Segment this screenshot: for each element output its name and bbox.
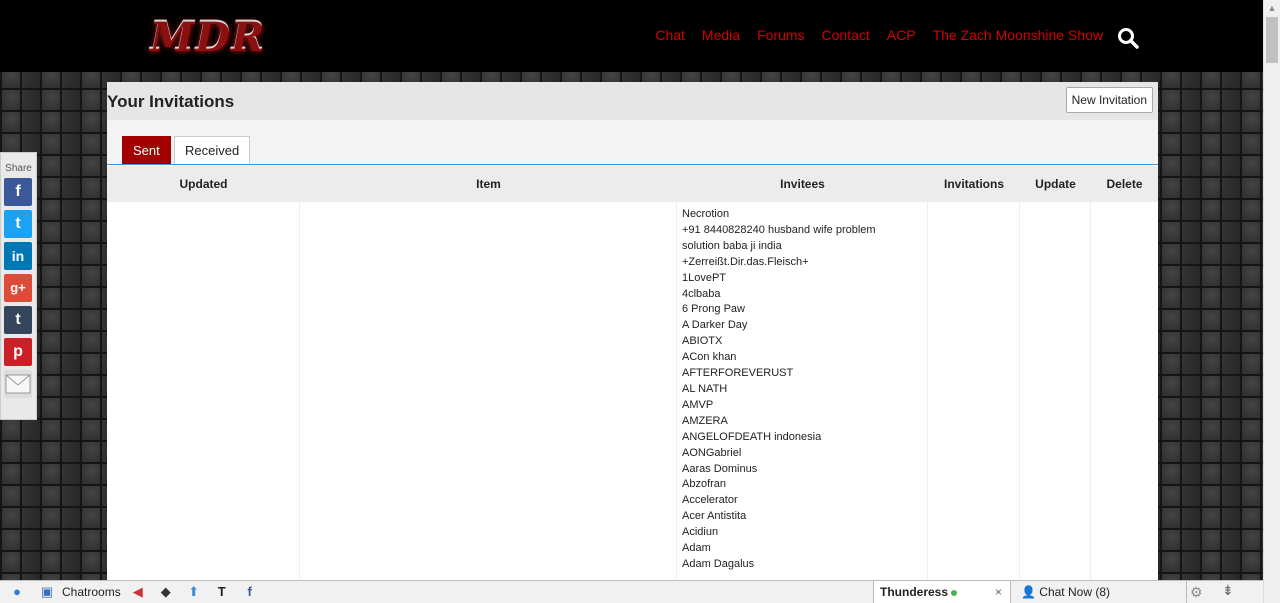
tumblr-share-icon[interactable]: t [4, 306, 32, 334]
list-item: 6 Prong Paw [682, 303, 745, 316]
collapse-icon[interactable]: ⇟ [1222, 582, 1234, 599]
invitee-list: Necrotion +91 8440828240 husband wife pro… [677, 202, 927, 573]
table-header: Updated Item Invitees Invitations Update… [107, 165, 1158, 202]
pinterest-share-icon[interactable]: p [4, 338, 32, 366]
cell-invitees: Necrotion +91 8440828240 husband wife pro… [677, 202, 928, 582]
upload-arrow-icon[interactable]: ⬆ [183, 584, 205, 600]
list-item: Acidiun [682, 526, 719, 539]
linkedin-share-icon[interactable]: in [4, 242, 32, 270]
page-scrollbar[interactable]: ▲ [1263, 0, 1280, 603]
nav-link-forums[interactable]: Forums [757, 27, 804, 43]
list-item: Aaras Dominus [682, 462, 758, 475]
users-icon: 👤 [1021, 585, 1036, 599]
panel-header: Your Invitations New Invitation [107, 82, 1158, 120]
page-title: Your Invitations [107, 92, 235, 111]
facebook-share-icon[interactable]: f [4, 178, 32, 206]
top-navigation-bar: MDR Chat Media Forums Contact ACP The Za… [0, 0, 1263, 72]
list-item: ACon khan [682, 351, 737, 364]
list-item: AMVP [682, 398, 714, 411]
chat-user-name: Thunderess [880, 585, 949, 599]
tab-received[interactable]: Received [174, 136, 251, 164]
close-icon[interactable]: × [995, 581, 1002, 603]
list-item: AONGabriel [682, 446, 742, 459]
search-icon[interactable] [1117, 27, 1139, 49]
list-item: 4clbaba [682, 287, 721, 300]
google-plus-share-icon[interactable]: g+ [4, 274, 32, 302]
online-status-icon [951, 590, 958, 596]
share-sidebar: Share f t in g+ t p [0, 152, 37, 420]
list-item: Necrotion [682, 208, 730, 220]
cell-update [1020, 202, 1091, 582]
invitations-panel: Your Invitations New Invitation Sent Rec… [107, 82, 1158, 582]
twitter-share-icon[interactable]: t [4, 210, 32, 238]
chat-now-button[interactable]: 👤 Chat Now (8) [1013, 581, 1187, 603]
site-logo[interactable]: MDR [150, 14, 265, 61]
list-item: 1LovePT [682, 271, 727, 284]
column-header-item[interactable]: Item [300, 166, 677, 202]
cell-delete [1091, 202, 1158, 582]
list-item: A Darker Day [682, 319, 748, 332]
chatrooms-icon: ▣ [40, 584, 54, 599]
chatrooms-label: Chatrooms [62, 585, 121, 599]
nav-link-acp[interactable]: ACP [887, 27, 916, 43]
scroll-up-arrow-icon[interactable]: ▲ [1264, 0, 1280, 17]
list-item: Acer Antistita [682, 510, 747, 523]
facebook-icon[interactable]: f [239, 584, 261, 600]
list-item: Accelerator [682, 494, 738, 507]
scroll-thumb[interactable] [1266, 17, 1278, 63]
space-invader-icon[interactable]: ◆ [155, 584, 177, 600]
nav-link-chat[interactable]: Chat [655, 27, 685, 43]
new-invitation-button[interactable]: New Invitation [1065, 87, 1153, 113]
list-item: +Zerreißt.Dir.das.Fleisch+ [682, 255, 809, 268]
list-item: +91 8440828240 husband wife problem [682, 223, 876, 236]
bottom-chat-bar: ● ▣ Chatrooms ◀ ◆ ⬆ T f Thunderess × 👤 C… [0, 580, 1263, 603]
list-item: Adam [682, 542, 711, 555]
column-header-updated[interactable]: Updated [107, 166, 300, 202]
list-item: solution baba ji india [682, 239, 782, 252]
chat-window-tab[interactable]: Thunderess × [873, 581, 1011, 603]
table-row: Necrotion +91 8440828240 husband wife pro… [107, 202, 1158, 582]
column-header-update: Update [1035, 177, 1076, 191]
main-nav: Chat Media Forums Contact ACP The Zach M… [638, 27, 1103, 43]
column-header-delete: Delete [1106, 177, 1143, 191]
cell-updated [107, 202, 300, 582]
list-item: AFTERFOREVERUST [682, 367, 794, 380]
share-label: Share [5, 163, 32, 174]
list-item: Adam Dagalus [682, 557, 755, 570]
tab-sent[interactable]: Sent [122, 136, 171, 164]
column-header-invitations[interactable]: Invitations [928, 166, 1020, 202]
nav-link-media[interactable]: Media [702, 27, 740, 43]
list-item: AMZERA [682, 414, 728, 427]
list-item: AL NATH [682, 382, 728, 395]
gear-icon[interactable]: ⚙ [1190, 584, 1203, 601]
chatrooms-button[interactable]: ▣ Chatrooms [36, 584, 121, 600]
nav-link-zach-moonshine-show[interactable]: The Zach Moonshine Show [933, 27, 1103, 43]
tab-strip: Sent Received [107, 120, 1158, 165]
globe-icon[interactable]: ● [6, 584, 28, 600]
chat-now-label: Chat Now (8) [1039, 585, 1110, 599]
list-item: ANGELOFDEATH indonesia [682, 430, 822, 443]
megaphone-icon[interactable]: ◀ [127, 584, 149, 600]
column-header-invitees[interactable]: Invitees [677, 166, 928, 202]
cell-invitations [928, 202, 1020, 582]
email-share-icon[interactable] [4, 370, 32, 398]
text-tool-icon[interactable]: T [211, 584, 233, 600]
nav-link-contact[interactable]: Contact [822, 27, 870, 43]
list-item: ABIOTX [682, 335, 723, 348]
list-item: Abzofran [682, 478, 727, 491]
cell-item [300, 202, 677, 582]
